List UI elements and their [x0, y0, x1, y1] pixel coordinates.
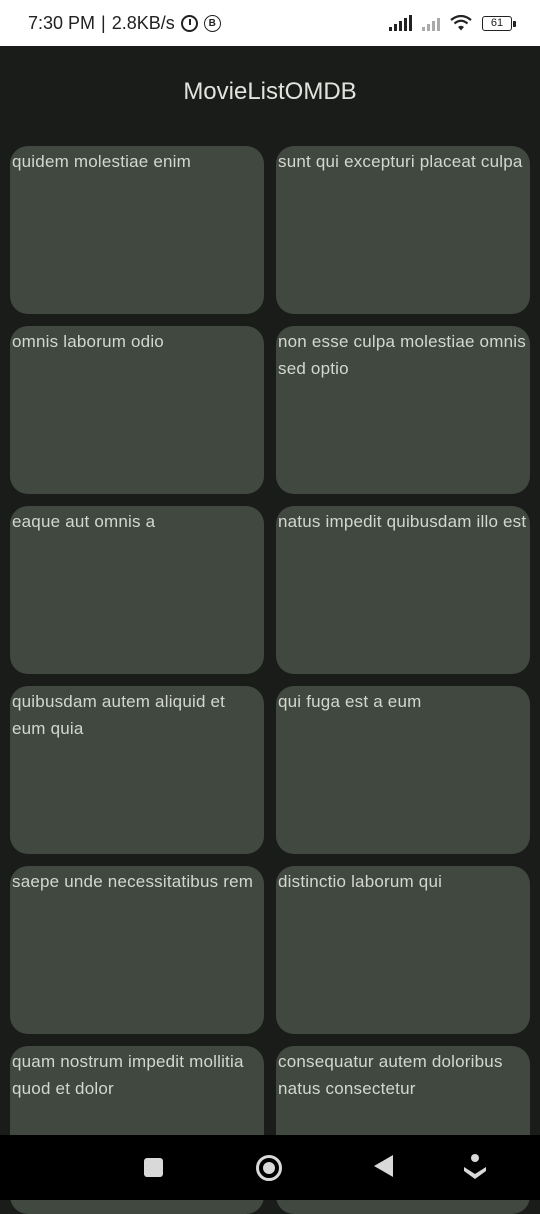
assistant-icon[interactable]	[463, 1153, 487, 1183]
movie-card[interactable]: non esse culpa molestiae omnis sed optio	[276, 326, 530, 494]
alarm-icon	[180, 14, 198, 32]
movie-title: consequatur autem doloribus natus consec…	[278, 1052, 503, 1098]
status-left: 7:30 PM | 2.8KB/s B	[28, 13, 221, 34]
movie-title: quidem molestiae enim	[12, 152, 192, 171]
movie-card[interactable]: natus impedit quibusdam illo est	[276, 506, 530, 674]
signal-icon	[389, 15, 412, 31]
b-badge-icon: B	[203, 14, 221, 32]
movie-title: natus impedit quibusdam illo est	[278, 512, 527, 531]
movie-title: qui fuga est a eum	[278, 692, 422, 711]
signal-weak-icon	[422, 15, 440, 31]
movie-card[interactable]: eaque aut omnis a	[10, 506, 264, 674]
status-time: 7:30 PM	[28, 12, 96, 33]
network-speed: 2.8KB/s	[111, 12, 175, 33]
movie-grid[interactable]: quidem molestiae enim sunt qui excepturi…	[10, 146, 530, 1214]
movie-title: distinctio laborum qui	[278, 872, 443, 891]
movie-card[interactable]: saepe unde necessitatibus rem	[10, 866, 264, 1034]
movie-title: omnis laborum odio	[12, 332, 164, 351]
recents-icon[interactable]	[144, 1158, 163, 1177]
movie-title: saepe unde necessitatibus rem	[12, 872, 254, 891]
movie-card[interactable]: omnis laborum odio	[10, 326, 264, 494]
page-title: MovieListOMDB	[183, 78, 357, 105]
navigation-bar	[0, 1135, 540, 1200]
movie-card[interactable]: qui fuga est a eum	[276, 686, 530, 854]
movie-title: sunt qui excepturi placeat culpa	[278, 152, 523, 171]
movie-card[interactable]: sunt qui excepturi placeat culpa	[276, 146, 530, 314]
movie-title: quibusdam autem aliquid et eum quia	[12, 692, 226, 738]
status-bar: 7:30 PM | 2.8KB/s B 61	[0, 0, 540, 46]
movie-title: quam nostrum impedit mollitia quod et do…	[12, 1052, 244, 1098]
movie-title: eaque aut omnis a	[12, 512, 156, 531]
status-right: 61	[389, 15, 516, 31]
home-icon[interactable]	[256, 1155, 282, 1181]
back-icon[interactable]	[374, 1155, 393, 1177]
movie-card[interactable]: distinctio laborum qui	[276, 866, 530, 1034]
app-bar: MovieListOMDB	[0, 46, 540, 138]
wifi-icon	[450, 15, 472, 31]
status-separator: |	[101, 12, 106, 33]
movie-title: non esse culpa molestiae omnis sed optio	[278, 332, 526, 378]
movie-card[interactable]: quibusdam autem aliquid et eum quia	[10, 686, 264, 854]
battery-icon: 61	[482, 15, 516, 31]
movie-card[interactable]: quidem molestiae enim	[10, 146, 264, 314]
